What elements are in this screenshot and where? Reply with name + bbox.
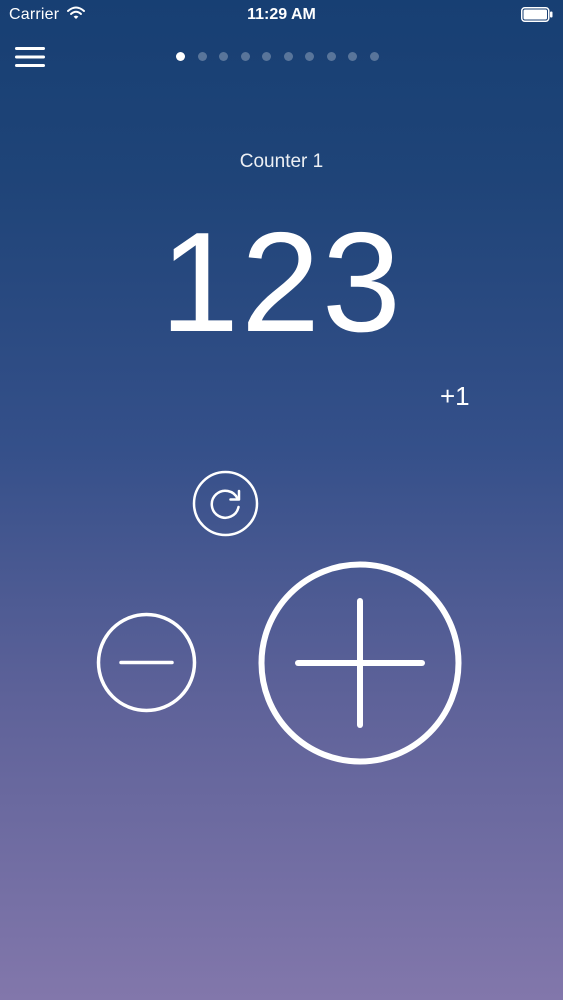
minus-icon xyxy=(96,612,197,713)
reset-icon xyxy=(192,470,259,537)
page-dot-1[interactable] xyxy=(176,52,185,61)
battery-icon xyxy=(521,7,553,22)
step-increment-label[interactable]: +1 xyxy=(440,381,470,412)
page-dot-4[interactable] xyxy=(240,52,250,61)
page-dot-3[interactable] xyxy=(219,52,228,61)
decrement-button[interactable] xyxy=(96,612,197,713)
reset-button[interactable] xyxy=(192,470,259,537)
status-bar: Carrier 11:29 AM xyxy=(0,0,563,30)
page-dot-2[interactable] xyxy=(197,52,207,61)
status-time: 11:29 AM xyxy=(247,6,316,23)
page-dot-10[interactable] xyxy=(369,52,379,61)
page-dot-6[interactable] xyxy=(283,52,293,61)
counter-name: Counter 1 xyxy=(239,151,324,172)
page-dot-9[interactable] xyxy=(348,52,357,61)
increment-button[interactable] xyxy=(258,561,462,765)
plus-icon xyxy=(258,561,462,765)
menu-button[interactable] xyxy=(12,42,48,72)
page-indicator[interactable] xyxy=(176,52,379,62)
counter-screen: Carrier 11:29 AM Counter 1 123 +1 xyxy=(0,0,563,1000)
page-dot-8[interactable] xyxy=(326,52,336,61)
page-dot-7[interactable] xyxy=(305,52,314,61)
counter-value: 123 xyxy=(160,203,403,362)
hamburger-menu-icon xyxy=(15,47,45,67)
page-dot-5[interactable] xyxy=(262,52,271,61)
